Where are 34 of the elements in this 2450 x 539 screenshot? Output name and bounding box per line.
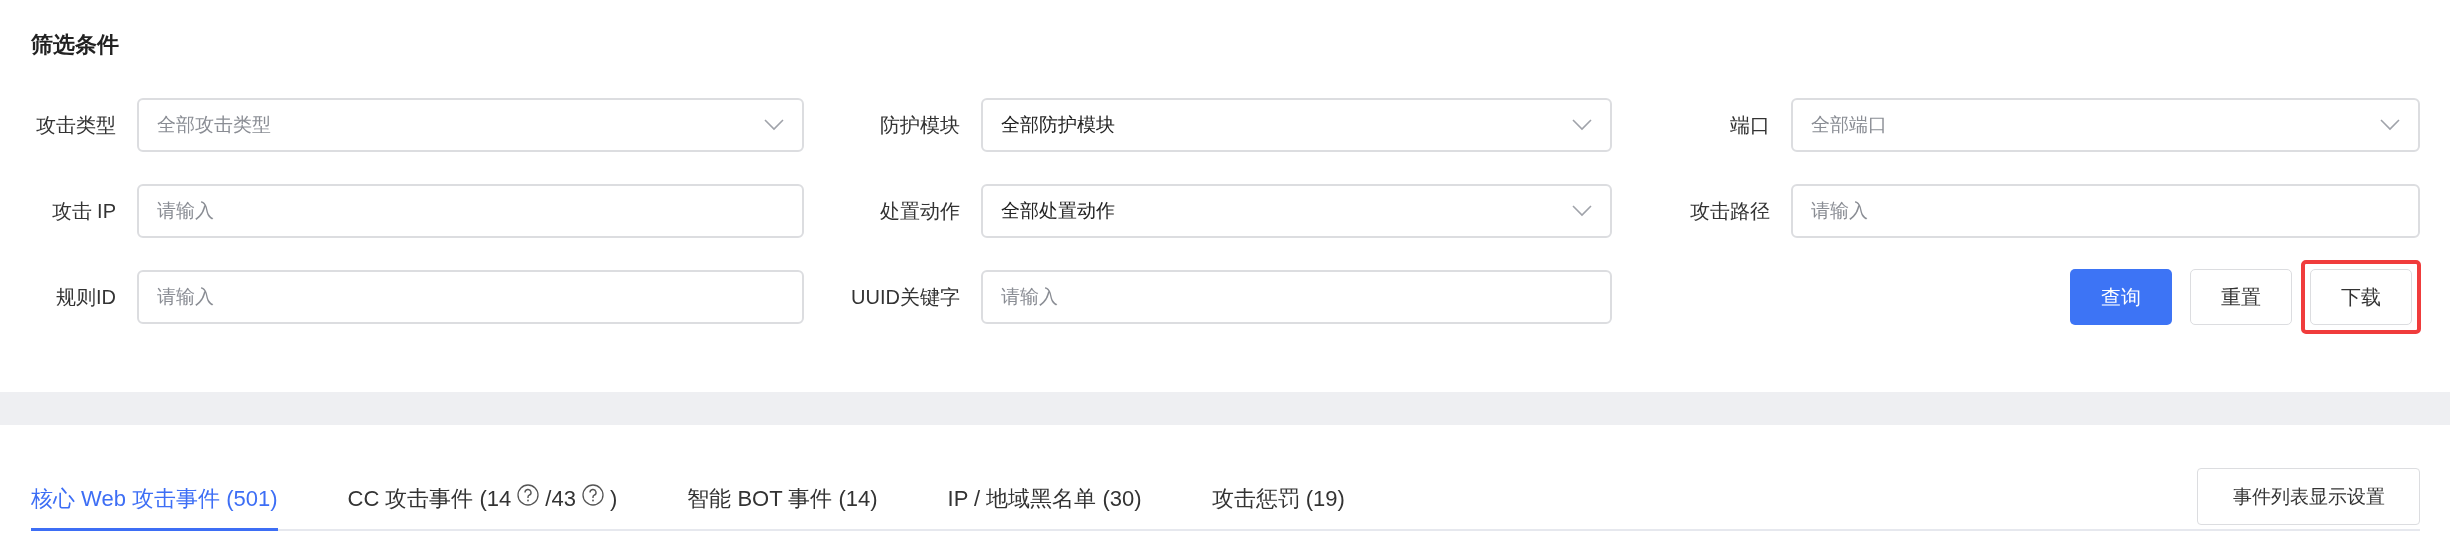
tab[interactable]: 核心 Web 攻击事件 (501): [31, 484, 278, 531]
chevron-down-icon: [1572, 119, 1592, 131]
help-icon[interactable]: [581, 484, 604, 506]
field-label: 处置动作: [880, 198, 960, 224]
field-value: 全部处置动作: [1001, 199, 1115, 223]
placeholder-text: 请输入: [157, 199, 214, 223]
placeholder-text: 全部攻击类型: [157, 113, 271, 137]
field-label: 攻击路径: [1690, 198, 1770, 224]
help-icon[interactable]: [517, 484, 540, 506]
action-button[interactable]: 重置: [2190, 269, 2292, 325]
field-label: 规则ID: [56, 284, 116, 310]
tab[interactable]: CC 攻击事件 (14 /43 ): [347, 484, 618, 531]
field-value: 全部防护模块: [1001, 113, 1115, 137]
chevron-down-icon: [2380, 119, 2400, 131]
action-button[interactable]: 下载: [2310, 269, 2412, 325]
placeholder-text: 请输入: [1811, 199, 1868, 223]
field-label: 防护模块: [880, 112, 960, 138]
placeholder-text: 请输入: [157, 285, 214, 309]
query-button[interactable]: 查询: [2070, 269, 2172, 325]
settings-button[interactable]: 事件列表显示设置: [2197, 468, 2420, 525]
placeholder-text: 请输入: [1001, 285, 1058, 309]
field-label: 攻击类型: [36, 112, 116, 138]
placeholder-text: 全部端口: [1811, 113, 1887, 137]
tab[interactable]: IP / 地域黑名单 (30): [947, 484, 1142, 531]
section-title: 筛选条件: [31, 31, 119, 59]
tab[interactable]: 智能 BOT 事件 (14): [687, 484, 878, 531]
chevron-down-icon: [764, 119, 784, 131]
field-label: 端口: [1730, 112, 1770, 138]
tab[interactable]: 攻击惩罚 (19): [1211, 484, 1345, 531]
field-label: 攻击 IP: [51, 198, 116, 224]
select-field[interactable]: 全部处置动作: [981, 184, 1612, 238]
select-field[interactable]: 全部防护模块: [981, 98, 1612, 152]
chevron-down-icon: [1572, 205, 1592, 217]
field-label: UUID关键字: [851, 284, 960, 310]
